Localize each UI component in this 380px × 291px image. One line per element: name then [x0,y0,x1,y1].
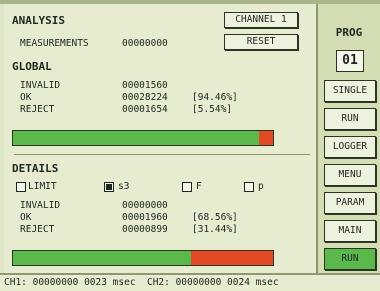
details-reject-percent: [31.44%] [192,224,238,235]
param-button[interactable]: PARAM [324,192,376,214]
prog-label: PROG [335,26,363,39]
analysis-panel: ANALYSIS CHANNEL 1 RESET MEASUREMENTS 00… [4,4,318,273]
limit-checkbox[interactable] [16,182,26,192]
measurements-value: 00000000 [122,38,168,49]
global-ok-fill [13,131,259,145]
global-invalid-label: INVALID [20,80,61,91]
p-checkbox-label: p [258,181,264,192]
details-title: DETAILS [12,162,59,175]
details-reject-label: REJECT [20,224,55,235]
limit-checkbox-label: LIMIT [28,181,57,192]
menu-button[interactable]: MENU [324,164,376,186]
global-ok-value: 00028224 [122,92,168,103]
f-checkbox[interactable] [182,182,192,192]
global-title: GLOBAL [12,60,52,73]
run-mode-button[interactable]: RUN [324,108,376,130]
details-invalid-label: INVALID [20,200,61,211]
s3-checkbox[interactable] [104,182,114,192]
logger-button[interactable]: LOGGER [324,136,376,158]
single-button[interactable]: SINGLE [324,80,376,102]
program-number-field[interactable]: 01 [336,50,364,72]
details-invalid-value: 00000000 [122,200,168,211]
instrument-screen: ANALYSIS CHANNEL 1 RESET MEASUREMENTS 00… [0,0,380,291]
s3-checkbox-label: s3 [118,181,130,192]
details-ok-label: OK [20,212,32,223]
status-bar: CH1: 00000000 0023 msec CH2: 00000000 00… [0,273,380,291]
reset-button[interactable]: RESET [224,34,298,50]
global-invalid-value: 00001560 [122,80,168,91]
section-divider [14,154,310,155]
side-menu: PROG 01 SINGLE RUN LOGGER MENU PARAM MAI… [318,4,380,273]
global-reject-fill [258,131,273,145]
global-reject-percent: [5.54%] [192,104,233,115]
details-ratio-bar [12,250,274,266]
details-ok-percent: [68.56%] [192,212,238,223]
analysis-title: ANALYSIS [12,14,65,27]
run-button[interactable]: RUN [324,248,376,270]
channel-button[interactable]: CHANNEL 1 [224,12,298,28]
details-ok-value: 00001960 [122,212,168,223]
f-checkbox-label: F [196,181,202,192]
global-ok-label: OK [20,92,32,103]
global-reject-label: REJECT [20,104,55,115]
global-ratio-bar [12,130,274,146]
details-ok-fill [13,251,192,265]
details-reject-fill [191,251,273,265]
details-reject-value: 00000899 [122,224,168,235]
main-button[interactable]: MAIN [324,220,376,242]
global-ok-percent: [94.46%] [192,92,238,103]
measurements-label: MEASUREMENTS [20,38,89,49]
p-checkbox[interactable] [244,182,254,192]
global-reject-value: 00001654 [122,104,168,115]
